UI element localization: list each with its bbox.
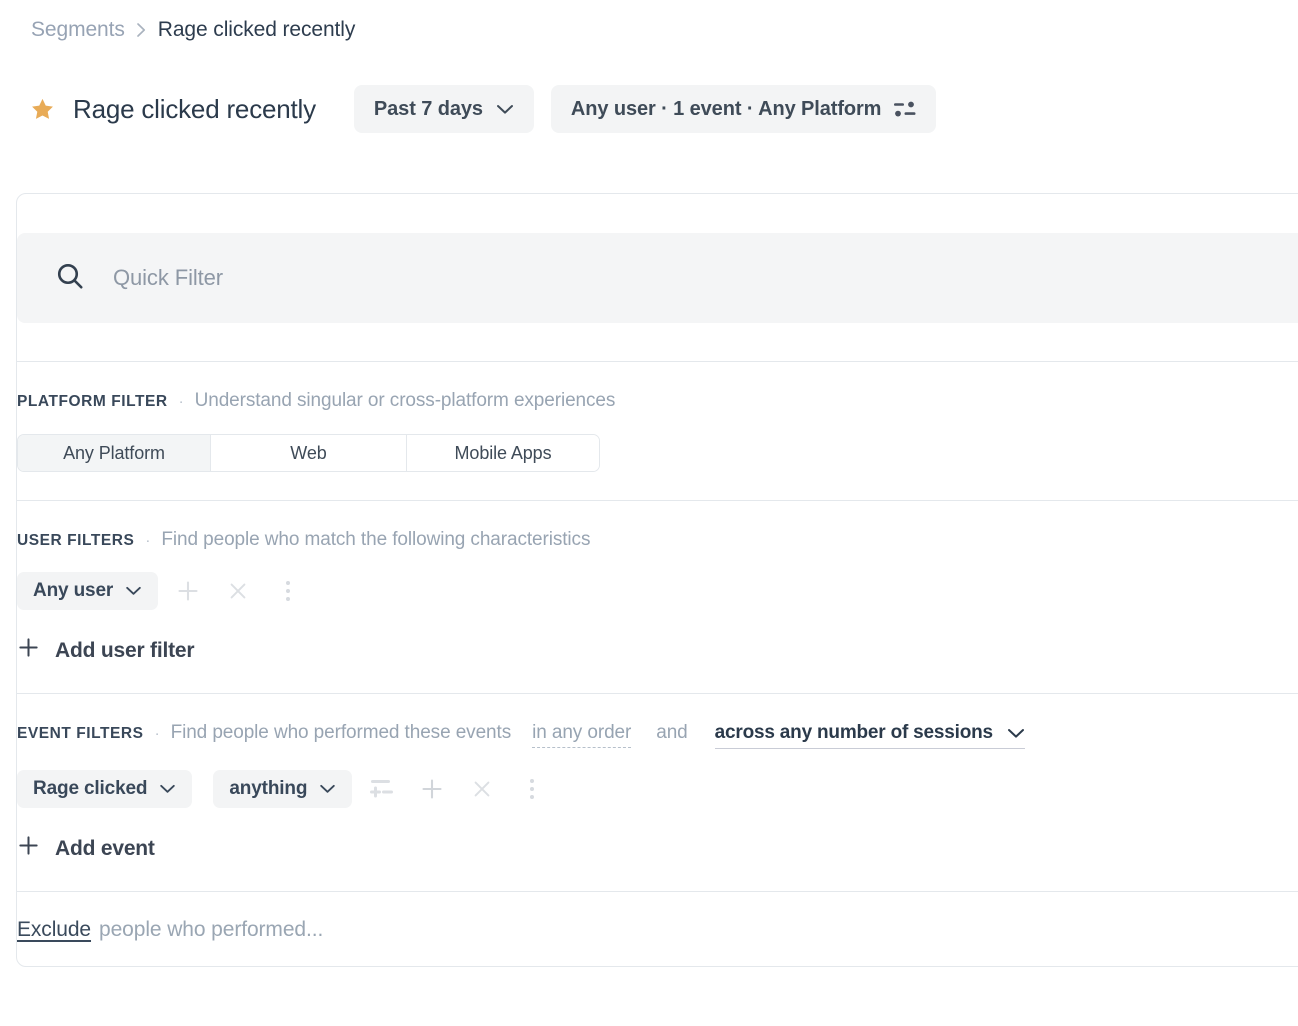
search-input[interactable]: Quick Filter: [17, 233, 1298, 323]
platform-option-mobile[interactable]: Mobile Apps: [407, 435, 599, 471]
session-scope-dropdown[interactable]: across any number of sessions: [714, 722, 1025, 749]
user-filters-section: USER FILTERS · Find people who match the…: [17, 501, 1298, 693]
date-range-label: Past 7 days: [373, 97, 483, 120]
add-user-filter-button[interactable]: Add user filter: [17, 636, 1298, 665]
exclude-section: Exclude people who performed...: [17, 892, 1298, 966]
kebab-menu-icon[interactable]: [268, 571, 308, 611]
platform-segmented-control: Any Platform Web Mobile Apps: [17, 434, 600, 472]
plus-icon[interactable]: [168, 571, 208, 611]
separator-dot: ·: [154, 725, 160, 742]
chevron-down-icon: [1007, 728, 1025, 739]
platform-option-web[interactable]: Web: [211, 435, 407, 471]
user-filters-description: Find people who match the following char…: [161, 529, 591, 550]
user-filter-value-dropdown[interactable]: Any user: [17, 572, 159, 610]
user-filters-header: USER FILTERS · Find people who match the…: [17, 529, 1298, 551]
platform-filter-header: PLATFORM FILTER · Understand singular or…: [17, 390, 1298, 412]
segment-summary-label: Any user · 1 event · Any Platform: [570, 97, 882, 120]
plus-icon: [17, 636, 40, 665]
sliders-icon: [894, 101, 916, 118]
plus-icon[interactable]: [412, 769, 452, 809]
event-filters-description: Find people who performed these events: [170, 722, 512, 743]
user-filters-label: USER FILTERS: [17, 532, 135, 549]
segment-builder-card: Quick Filter PLATFORM FILTER · Understan…: [16, 193, 1298, 967]
close-icon[interactable]: [462, 769, 502, 809]
event-qualifier-dropdown[interactable]: anything: [213, 770, 353, 808]
separator-dot: ·: [145, 532, 151, 549]
event-filters-section: EVENT FILTERS · Find people who performe…: [17, 694, 1298, 891]
add-user-filter-label: Add user filter: [55, 638, 195, 662]
platform-filter-section: PLATFORM FILTER · Understand singular or…: [17, 362, 1298, 500]
breadcrumb: Segments Rage clicked recently: [0, 0, 1298, 42]
platform-option-any[interactable]: Any Platform: [18, 435, 211, 471]
event-conjunction: and: [656, 722, 688, 743]
event-filters-header: EVENT FILTERS · Find people who performe…: [17, 722, 1298, 749]
plus-icon: [17, 834, 40, 863]
segment-summary-pill[interactable]: Any user · 1 event · Any Platform: [550, 85, 937, 133]
chevron-down-icon: [125, 586, 142, 596]
event-qualifier-label: anything: [229, 778, 308, 799]
close-icon[interactable]: [218, 571, 258, 611]
date-range-selector[interactable]: Past 7 days: [353, 85, 534, 133]
add-property-filter-icon[interactable]: [362, 769, 402, 809]
exclude-link[interactable]: Exclude: [17, 918, 91, 942]
event-name-dropdown[interactable]: Rage clicked: [17, 770, 193, 808]
chevron-down-icon: [496, 104, 514, 115]
event-name-label: Rage clicked: [33, 778, 148, 799]
user-filter-value-label: Any user: [33, 580, 114, 601]
page-header: Rage clicked recently Past 7 days Any us…: [0, 82, 1298, 136]
star-icon[interactable]: [29, 96, 55, 122]
add-event-button[interactable]: Add event: [17, 834, 1298, 863]
event-order-dropdown[interactable]: in any order: [532, 722, 631, 748]
platform-filter-label: PLATFORM FILTER: [17, 393, 168, 410]
page-title: Rage clicked recently: [73, 93, 316, 124]
event-filter-row: Rage clicked anything: [17, 769, 1298, 809]
platform-filter-description: Understand singular or cross-platform ex…: [194, 390, 616, 411]
separator-dot: ·: [178, 393, 184, 410]
chevron-down-icon: [159, 784, 176, 794]
chevron-right-icon: [136, 22, 147, 38]
quick-filter-section: Quick Filter: [17, 194, 1298, 361]
search-icon: [55, 261, 85, 296]
search-placeholder: Quick Filter: [113, 265, 224, 290]
session-scope-label: across any number of sessions: [714, 722, 993, 743]
breadcrumb-parent-link[interactable]: Segments: [31, 18, 125, 42]
exclude-description: people who performed...: [99, 918, 324, 941]
kebab-menu-icon[interactable]: [512, 769, 552, 809]
add-event-label: Add event: [55, 836, 155, 860]
event-filters-label: EVENT FILTERS: [17, 725, 144, 742]
chevron-down-icon: [319, 784, 336, 794]
breadcrumb-current: Rage clicked recently: [157, 18, 356, 41]
user-filter-row: Any user: [17, 571, 1298, 611]
